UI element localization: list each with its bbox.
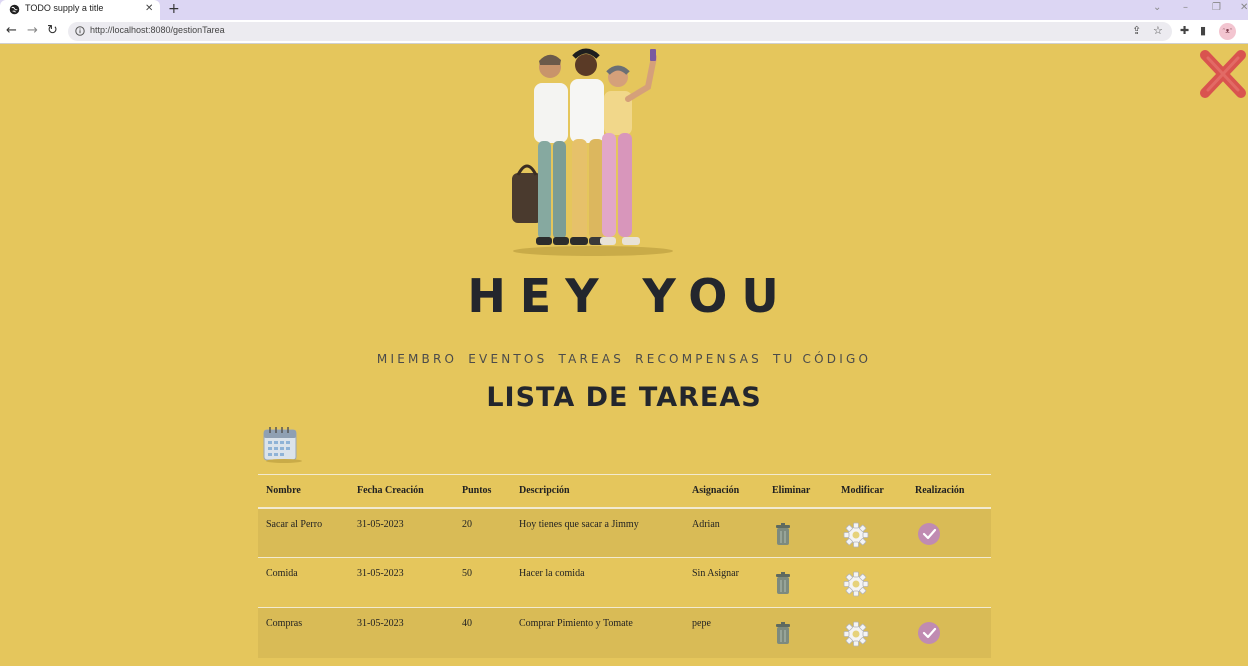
tab-search-icon[interactable]: ⌄ [1153, 2, 1161, 13]
minimize-button[interactable]: – [1183, 2, 1188, 13]
column-header: Modificar [833, 474, 907, 509]
cell-asignacion: pepe [684, 607, 764, 658]
main-nav: MIEMBRO EVENTOS TAREAS RECOMPENSAS TU CÓ… [0, 348, 1248, 367]
gear-icon[interactable] [843, 522, 869, 548]
nav-link-miembro[interactable]: MIEMBRO [377, 352, 457, 366]
column-header: Puntos [454, 474, 511, 509]
globe-icon [9, 4, 20, 15]
cell-eliminar [764, 507, 833, 558]
url-text: http://localhost:8080/gestionTarea [90, 25, 225, 35]
trash-icon[interactable] [774, 522, 792, 546]
cell-nombre: Sacar al Perro [258, 507, 349, 558]
tasks-table: Nombre Fecha Creación Puntos Descripción… [258, 474, 991, 658]
address-toolbar: ← → ↻ http://localhost:8080/gestionTarea… [0, 20, 1248, 44]
column-header: Asignación [684, 474, 764, 509]
back-icon[interactable]: ← [6, 24, 17, 38]
cell-nombre: Comida [258, 557, 349, 608]
cell-descripcion: Hacer la comida [511, 557, 684, 608]
cell-eliminar [764, 557, 833, 608]
column-header: Nombre [258, 474, 349, 509]
cell-modificar [833, 607, 907, 658]
cell-realizacion [907, 557, 991, 608]
list-title: LISTA DE TAREAS [486, 382, 762, 413]
table-header-row: Nombre Fecha Creación Puntos Descripción… [258, 474, 991, 509]
table-row: Sacar al Perro 31-05-2023 20 Hoy tienes … [258, 507, 991, 558]
restore-button[interactable]: ❐ [1212, 2, 1221, 13]
close-window-button[interactable]: ✕ [1240, 2, 1248, 13]
browser-tab-strip: TODO supply a title ✕ + ⌄ – ❐ ✕ [0, 0, 1248, 20]
gear-icon[interactable] [843, 621, 869, 647]
cell-nombre: Compras [258, 607, 349, 658]
check-icon[interactable] [917, 621, 941, 645]
bookmark-star-icon[interactable]: ☆ [1153, 25, 1163, 37]
site-info-icon[interactable] [75, 26, 85, 36]
side-panel-icon[interactable]: ▮ [1200, 25, 1206, 37]
new-tab-button[interactable]: + [168, 1, 180, 17]
cell-modificar [833, 557, 907, 608]
forward-icon[interactable]: → [27, 24, 38, 38]
hero-friends-illustration [512, 48, 673, 256]
gear-icon[interactable] [843, 571, 869, 597]
cell-puntos: 50 [454, 557, 511, 608]
cell-realizacion [907, 507, 991, 558]
cell-fecha: 31-05-2023 [349, 607, 454, 658]
trash-icon[interactable] [774, 621, 792, 645]
nav-link-recompensas[interactable]: RECOMPENSAS [635, 352, 762, 366]
extensions-icon[interactable]: ✚ [1180, 25, 1189, 37]
cell-puntos: 40 [454, 607, 511, 658]
table-row: Comida 31-05-2023 50 Hacer la comida Sin… [258, 557, 991, 608]
table-row: Compras 31-05-2023 40 Comprar Pimiento y… [258, 607, 991, 658]
cell-fecha: 31-05-2023 [349, 557, 454, 608]
nav-link-eventos[interactable]: EVENTOS [468, 352, 547, 366]
close-x-icon[interactable] [1199, 49, 1247, 99]
column-header: Realización [907, 474, 991, 509]
column-header: Eliminar [764, 474, 833, 509]
reload-icon[interactable]: ↻ [47, 24, 58, 38]
page-content: HEY YOU MIEMBRO EVENTOS TAREAS RECOMPENS… [0, 45, 1248, 666]
profile-avatar[interactable]: ᵔᴥᵔ [1219, 23, 1236, 40]
page-title: HEY YOU [467, 269, 793, 323]
nav-link-tareas[interactable]: TAREAS [559, 352, 625, 366]
nav-link-tu-codigo[interactable]: TU CÓDIGO [773, 352, 871, 366]
cell-eliminar [764, 607, 833, 658]
cell-realizacion [907, 607, 991, 658]
calendar-icon[interactable] [262, 425, 306, 463]
column-header: Descripción [511, 474, 684, 509]
browser-tab[interactable]: TODO supply a title ✕ [0, 0, 160, 20]
cell-asignacion: Sin Asignar [684, 557, 764, 608]
cell-descripcion: Comprar Pimiento y Tomate [511, 607, 684, 658]
address-bar[interactable]: http://localhost:8080/gestionTarea [68, 22, 1172, 41]
column-header: Fecha Creación [349, 474, 454, 509]
cell-modificar [833, 507, 907, 558]
cell-descripcion: Hoy tienes que sacar a Jimmy [511, 507, 684, 558]
tab-close-icon[interactable]: ✕ [145, 2, 153, 16]
cell-puntos: 20 [454, 507, 511, 558]
share-icon[interactable]: ⇪ [1132, 25, 1141, 37]
check-icon[interactable] [917, 522, 941, 546]
tab-title: TODO supply a title [25, 3, 104, 13]
cell-asignacion: Adrian [684, 507, 764, 558]
cell-fecha: 31-05-2023 [349, 507, 454, 558]
trash-icon[interactable] [774, 571, 792, 595]
